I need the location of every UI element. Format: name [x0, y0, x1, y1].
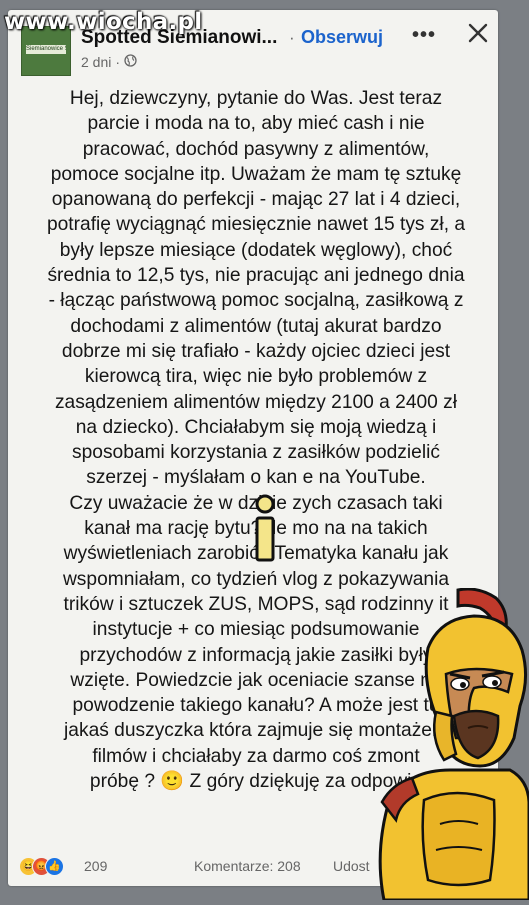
like-reaction-icon: 👍 — [45, 857, 64, 876]
shares-count[interactable]: Udost — [333, 858, 370, 874]
more-options-icon[interactable]: ••• — [412, 24, 436, 47]
reaction-count[interactable]: 209 — [84, 858, 107, 874]
comments-count[interactable]: Komentarze: 208 — [194, 858, 301, 874]
follow-button[interactable]: Obserwuj — [301, 27, 383, 48]
post-time-label[interactable]: 2 dni — [81, 54, 111, 70]
globe-icon — [124, 54, 137, 70]
spartan-mascot-image — [370, 587, 529, 902]
info-sticker-icon — [252, 494, 278, 564]
watermark: www.wiocha.pl — [4, 9, 203, 35]
reactions-summary[interactable]: 😆 😡 👍 — [19, 857, 89, 877]
close-icon[interactable] — [467, 20, 489, 46]
separator-dot: · — [289, 28, 295, 47]
post-time: 2 dni · — [81, 54, 137, 70]
time-separator: · — [115, 54, 121, 70]
avatar-label: Siemianowice Śl. — [26, 45, 66, 54]
